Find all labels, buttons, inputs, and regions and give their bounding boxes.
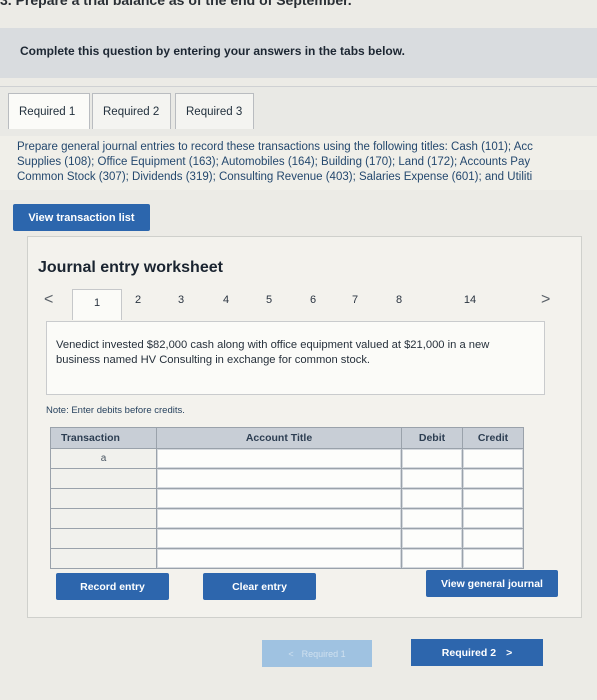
instructions-text: Prepare general journal entries to recor… [17, 141, 533, 183]
journal-entry-worksheet: Journal entry worksheet < 1 2 3 4 5 6 7 … [27, 236, 582, 618]
table-row [50, 508, 524, 529]
transaction-pager: < 1 2 3 4 5 6 7 8 14 > [28, 289, 581, 320]
header-debit: Debit [401, 427, 463, 449]
table-row [50, 488, 524, 509]
credit-input[interactable] [462, 448, 524, 469]
account-title-input[interactable] [156, 528, 402, 549]
instructions-panel: Prepare general journal entries to recor… [0, 136, 597, 190]
pager-page-8[interactable]: 8 [387, 294, 411, 306]
pager-page-6[interactable]: 6 [301, 294, 325, 306]
clear-entry-button[interactable]: Clear entry [203, 573, 316, 600]
header-credit: Credit [462, 427, 524, 449]
account-title-input[interactable] [156, 468, 402, 489]
credit-input[interactable] [462, 528, 524, 549]
view-transaction-list-button[interactable]: View transaction list [13, 204, 150, 231]
pager-page-14[interactable]: 14 [458, 294, 482, 306]
transaction-cell [50, 528, 157, 549]
transaction-cell [50, 488, 157, 509]
prev-required-label: Required 1 [301, 648, 346, 659]
debit-input[interactable] [401, 468, 463, 489]
pager-prev-arrow-icon[interactable]: < [44, 291, 53, 309]
credit-input[interactable] [462, 468, 524, 489]
view-general-journal-button[interactable]: View general journal [426, 570, 558, 597]
table-row [50, 468, 524, 489]
pager-page-4[interactable]: 4 [214, 294, 238, 306]
debit-input[interactable] [401, 448, 463, 469]
question-title: 3. Prepare a trial balance as of the end… [0, 0, 352, 8]
transaction-description: Venedict invested $82,000 cash along wit… [56, 339, 490, 366]
instruction-text: Complete this question by entering your … [20, 44, 405, 58]
debit-input[interactable] [401, 488, 463, 509]
tab-required-3[interactable]: Required 3 [175, 93, 254, 129]
pager-page-2[interactable]: 2 [126, 294, 150, 306]
credit-input[interactable] [462, 488, 524, 509]
debit-input[interactable] [401, 508, 463, 529]
journal-entry-table: Transaction Account Title Debit Credit a [50, 427, 524, 569]
tabs-bar: Required 1 Required 2 Required 3 [0, 86, 597, 137]
credit-input[interactable] [462, 548, 524, 569]
chevron-left-icon: < [288, 648, 294, 659]
header-account-title: Account Title [156, 427, 402, 449]
credit-input[interactable] [462, 508, 524, 529]
worksheet-title: Journal entry worksheet [38, 259, 223, 276]
table-row [50, 548, 524, 569]
transaction-cell [50, 508, 157, 529]
instruction-bar: Complete this question by entering your … [0, 28, 597, 78]
prev-required-button[interactable]: < Required 1 [262, 640, 372, 667]
tab-required-2[interactable]: Required 2 [92, 93, 171, 129]
debit-input[interactable] [401, 528, 463, 549]
pager-page-5[interactable]: 5 [257, 294, 281, 306]
transaction-description-box: Venedict invested $82,000 cash along wit… [46, 321, 545, 395]
table-row: a [50, 448, 524, 469]
pager-next-arrow-icon[interactable]: > [541, 291, 550, 309]
debit-input[interactable] [401, 548, 463, 569]
next-required-button[interactable]: Required 2 > [411, 639, 543, 666]
transaction-cell [50, 548, 157, 569]
transaction-cell: a [50, 448, 157, 469]
chevron-right-icon: > [506, 646, 513, 659]
account-title-input[interactable] [156, 548, 402, 569]
debits-note: Note: Enter debits before credits. [46, 405, 185, 416]
header-transaction: Transaction [50, 427, 157, 449]
tab-required-1[interactable]: Required 1 [8, 93, 90, 129]
account-title-input[interactable] [156, 508, 402, 529]
account-title-input[interactable] [156, 488, 402, 509]
account-title-input[interactable] [156, 448, 402, 469]
record-entry-button[interactable]: Record entry [56, 573, 169, 600]
pager-page-7[interactable]: 7 [343, 294, 367, 306]
transaction-cell [50, 468, 157, 489]
pager-page-3[interactable]: 3 [169, 294, 193, 306]
table-row [50, 528, 524, 549]
next-required-label: Required 2 [441, 646, 497, 659]
pager-page-1[interactable]: 1 [72, 289, 122, 320]
